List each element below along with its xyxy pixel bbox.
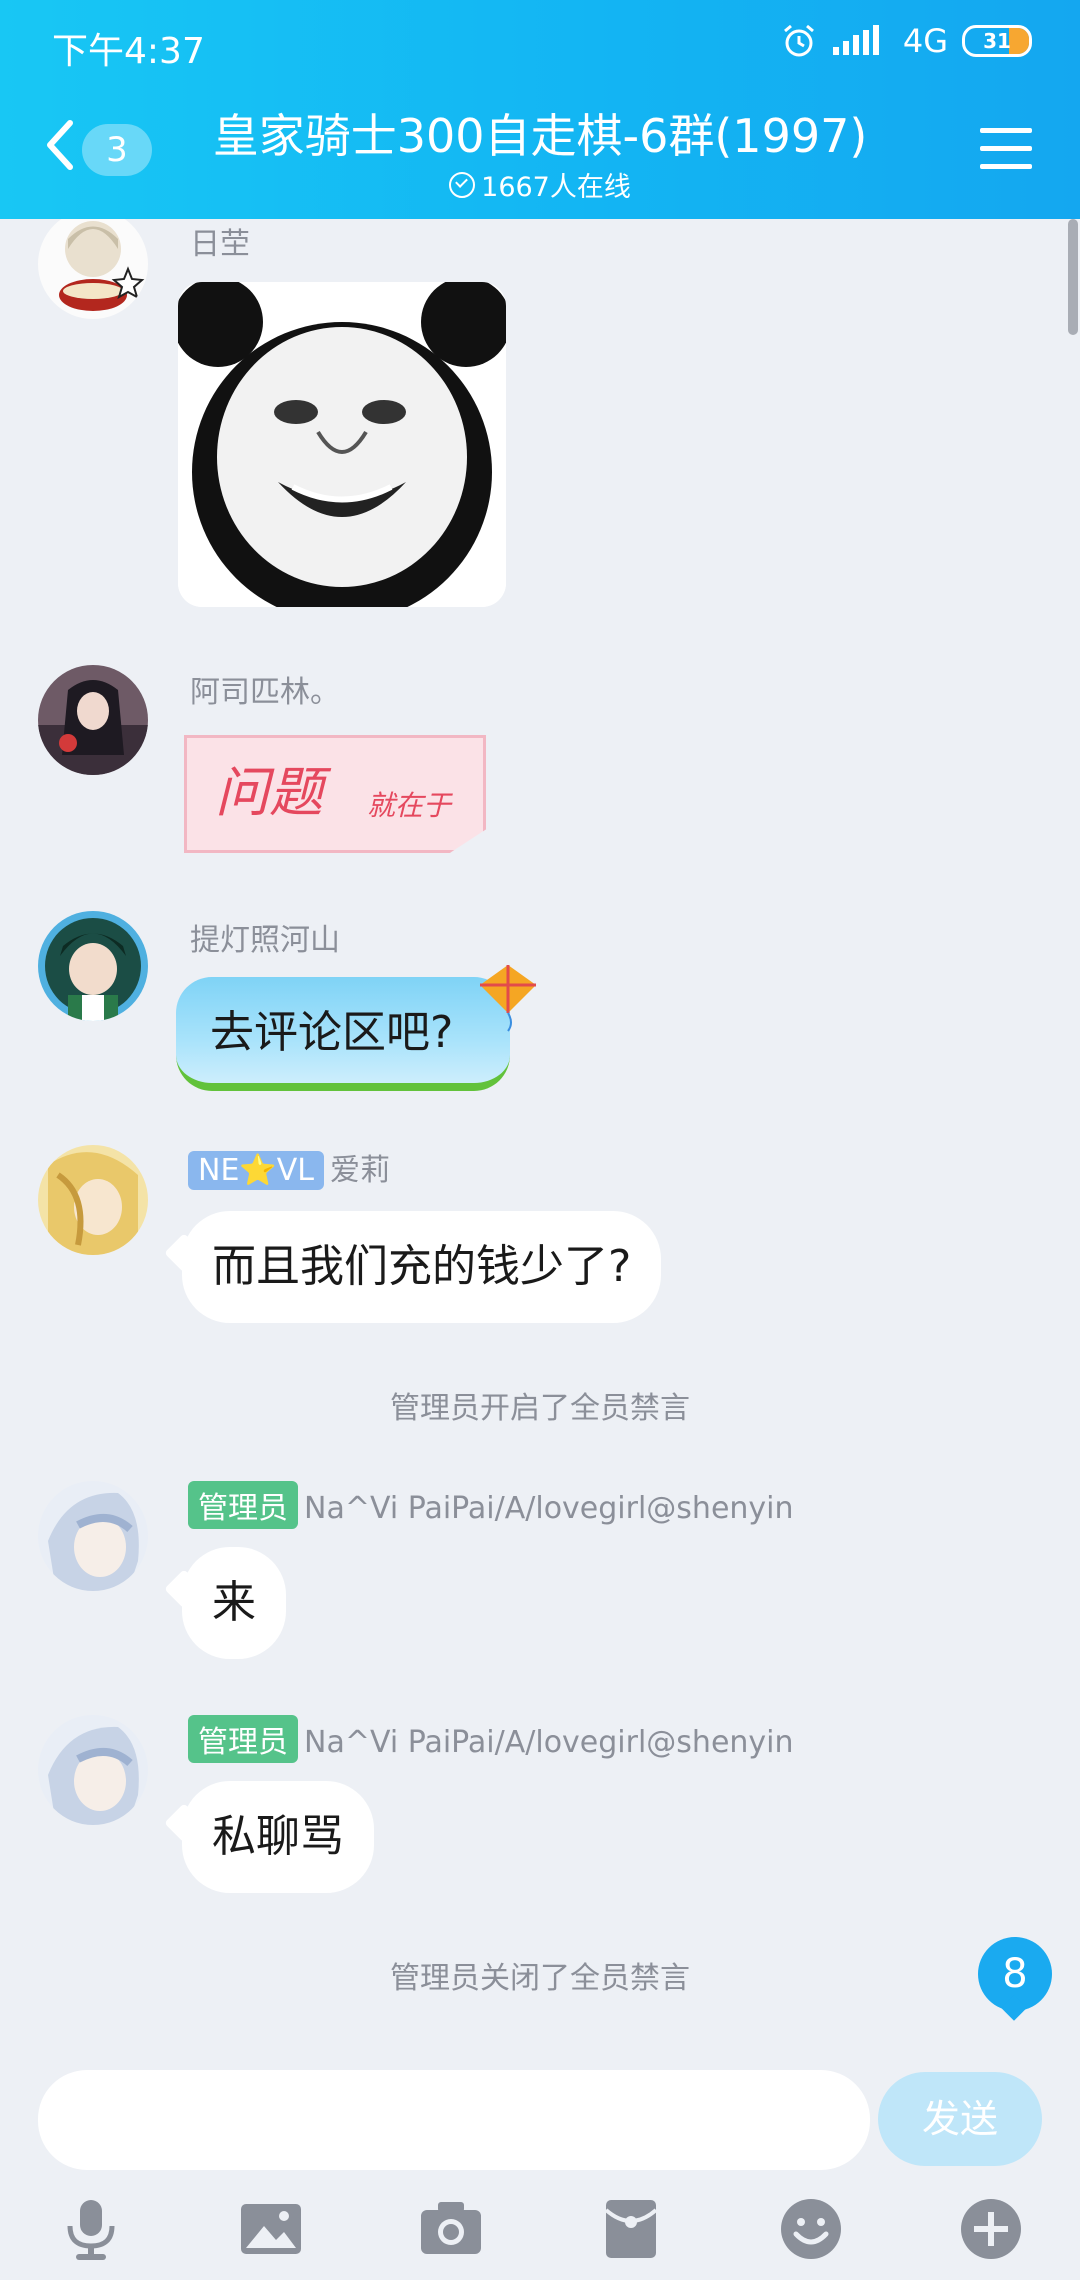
alarm-icon bbox=[783, 24, 814, 57]
sender-name: 日茔 bbox=[190, 227, 250, 262]
input-area: 发送 bbox=[0, 2040, 1080, 2280]
battery-level: 31 bbox=[983, 29, 1011, 53]
avatar[interactable] bbox=[38, 219, 148, 319]
unread-count-badge[interactable]: 3 bbox=[82, 124, 152, 176]
signal-icon bbox=[832, 25, 879, 55]
message-input[interactable] bbox=[38, 2070, 870, 2170]
network-type: 4G bbox=[902, 22, 948, 60]
microphone-icon[interactable] bbox=[58, 2196, 124, 2262]
back-arrow-icon[interactable] bbox=[40, 115, 80, 175]
admin-tag: 管理员 bbox=[188, 1715, 298, 1763]
camera-icon[interactable] bbox=[418, 2196, 484, 2262]
admin-tag: 管理员 bbox=[188, 1481, 298, 1529]
battery-icon: 31 bbox=[962, 25, 1032, 57]
message-bubble[interactable]: 而且我们充的钱少了? bbox=[182, 1211, 662, 1323]
system-notice: 管理员关闭了全员禁言 bbox=[390, 1961, 690, 1996]
level-tag: NE⭐VL bbox=[188, 1151, 324, 1190]
chat-header: 下午4:37 4G 31 3 皇家骑士300自走棋-6群(1997) 1667人… bbox=[0, 0, 1080, 219]
plus-icon[interactable] bbox=[958, 2196, 1024, 2262]
status-icons: 4G 31 bbox=[781, 22, 1032, 60]
online-count[interactable]: 1667人在线 bbox=[150, 165, 930, 204]
message-bubble[interactable]: 来 bbox=[182, 1547, 286, 1659]
sender-name: 提灯照河山 bbox=[190, 923, 340, 958]
message-bubble[interactable]: 私聊骂 bbox=[182, 1781, 374, 1893]
message-list[interactable]: 日茔 阿司匹林。 问题 就在于 提灯照河山 去评论区吧? NE⭐VL 爱莉 而且… bbox=[0, 219, 1080, 2059]
sender-line: NE⭐VL 爱莉 bbox=[188, 1145, 390, 1190]
sender-name: Na^Vi PaiPai/A/lovegirl@shenyin bbox=[304, 1491, 794, 1526]
sender-name: 阿司匹林。 bbox=[190, 675, 340, 710]
message-bubble[interactable]: 去评论区吧? bbox=[176, 977, 510, 1091]
online-count-text: 1667人在线 bbox=[481, 172, 631, 203]
avatar[interactable] bbox=[38, 1715, 148, 1825]
group-title: 皇家骑士300自走棋-6群(1997) bbox=[212, 109, 868, 163]
online-check-icon bbox=[449, 172, 476, 198]
sticker-text: 就在于 bbox=[367, 789, 452, 822]
system-notice: 管理员开启了全员禁言 bbox=[390, 1391, 690, 1426]
menu-icon[interactable] bbox=[980, 128, 1032, 170]
sender-name: Na^Vi PaiPai/A/lovegirl@shenyin bbox=[304, 1725, 794, 1760]
emoji-icon[interactable] bbox=[778, 2196, 844, 2262]
sender-line: 管理员 Na^Vi PaiPai/A/lovegirl@shenyin bbox=[188, 1481, 794, 1529]
scrollbar[interactable] bbox=[1068, 219, 1078, 335]
sender-line: 管理员 Na^Vi PaiPai/A/lovegirl@shenyin bbox=[188, 1715, 794, 1763]
image-icon[interactable] bbox=[238, 2196, 304, 2262]
sticker-text: 问题 bbox=[215, 761, 323, 824]
avatar[interactable] bbox=[38, 911, 148, 1021]
avatar[interactable] bbox=[38, 665, 148, 775]
send-button[interactable]: 发送 bbox=[878, 2072, 1042, 2166]
new-message-badge[interactable]: 8 bbox=[978, 1937, 1052, 2011]
sticker-image[interactable] bbox=[178, 282, 506, 607]
kite-decoration-icon bbox=[480, 965, 536, 1032]
avatar[interactable] bbox=[38, 1145, 148, 1255]
avatar[interactable] bbox=[38, 1481, 148, 1591]
input-toolbar bbox=[0, 2188, 1080, 2278]
status-bar: 下午4:37 4G 31 bbox=[0, 0, 1080, 90]
red-packet-icon[interactable] bbox=[598, 2196, 664, 2262]
status-time: 下午4:37 bbox=[52, 31, 205, 72]
sticker-image[interactable]: 问题 就在于 bbox=[184, 735, 486, 853]
sender-name: 爱莉 bbox=[330, 1153, 390, 1188]
